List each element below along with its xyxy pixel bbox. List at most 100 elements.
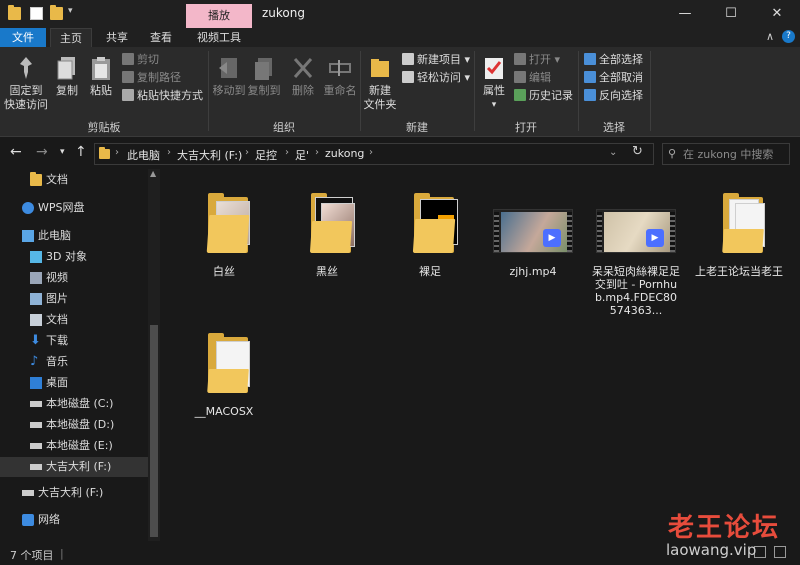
breadcrumb-drive-f[interactable]: 大吉大利 (F:) (177, 147, 242, 163)
folder-icon (174, 321, 274, 399)
chevron-right-icon[interactable]: › (167, 147, 171, 158)
nav-item-documents[interactable]: 文档 (0, 310, 148, 330)
paste-shortcut-button[interactable]: 粘贴快捷方式 (122, 88, 203, 104)
refresh-icon[interactable]: ↻ (632, 144, 643, 159)
minimize-button[interactable]: — (662, 0, 708, 28)
title-bar: ▾ 播放 zukong — ☐ ✕ (0, 0, 800, 28)
chevron-right-icon[interactable]: › (369, 147, 373, 158)
back-arrow-icon[interactable]: ← (10, 144, 22, 160)
tab-view[interactable]: 查看 (140, 28, 182, 47)
scroll-up-icon[interactable]: ▲ (150, 169, 156, 178)
help-icon[interactable]: ? (782, 30, 795, 43)
nav-item-drive-c[interactable]: 本地磁盘 (C:) (0, 394, 148, 414)
nav-item-pictures[interactable]: 图片 (0, 289, 148, 309)
copy-button[interactable]: 复制 (52, 51, 82, 98)
breadcrumb-this-pc[interactable]: 此电脑 (127, 147, 160, 163)
file-item-video[interactable]: ▶ zjhj.mp4 (483, 181, 583, 278)
nav-item-drive-f-removable[interactable]: 大吉大利 (F:) (0, 483, 148, 503)
edit-icon (514, 71, 526, 83)
search-input[interactable] (683, 146, 787, 162)
paste-button[interactable]: 粘贴 (86, 51, 116, 98)
file-item-folder[interactable]: 上老王论坛当老王 (689, 181, 789, 278)
copy-path-icon (122, 71, 134, 83)
file-name: __MACOSX (194, 405, 254, 418)
file-name: zjhj.mp4 (509, 265, 557, 278)
nav-item-drive-f-selected[interactable]: 大吉大利 (F:) (0, 457, 148, 477)
forward-arrow-icon[interactable]: → (36, 144, 48, 160)
nav-item-drive-e[interactable]: 本地磁盘 (E:) (0, 436, 148, 456)
customize-toolbar-icon[interactable]: ▾ (68, 6, 73, 16)
up-arrow-icon[interactable]: ↑ (75, 144, 87, 160)
chevron-right-icon[interactable]: › (245, 147, 249, 158)
picture-folder-icon (30, 293, 42, 305)
invert-selection-button[interactable]: 反向选择 (584, 88, 643, 104)
tab-file[interactable]: 文件 (0, 28, 46, 47)
music-note-icon: ♪ (30, 354, 39, 369)
chevron-right-icon[interactable]: › (285, 147, 289, 158)
tab-video-tools[interactable]: 视频工具 (188, 28, 250, 47)
copy-path-button[interactable]: 复制路径 (122, 70, 181, 86)
delete-label: 删除 (292, 84, 314, 97)
contextual-tab-play[interactable]: 播放 (186, 4, 252, 28)
file-name: 上老王论坛当老王 (695, 265, 783, 278)
nav-item-this-pc[interactable]: 此电脑 (0, 226, 148, 246)
nav-item-label: 网络 (38, 513, 60, 526)
file-item-video[interactable]: ▶ 呆呆短肉絲裸足足交到吐 - Pornhub.mp4.FDEC80574363… (586, 181, 686, 317)
new-folder-icon[interactable] (50, 5, 63, 20)
file-item-folder[interactable]: 黑丝 (277, 181, 377, 278)
nav-item-network[interactable]: 网络 (0, 510, 148, 530)
nav-item-3d-objects[interactable]: 3D 对象 (0, 247, 148, 267)
breadcrumb-zu[interactable]: 足' (295, 147, 309, 163)
edit-button[interactable]: 编辑 (514, 70, 551, 86)
open-button[interactable]: 打开 ▾ (514, 52, 560, 68)
new-folder-button[interactable]: 新建 文件夹 (362, 51, 398, 112)
move-to-button[interactable]: 移动到 (212, 51, 246, 98)
nav-item-label: 大吉大利 (F:) (38, 486, 104, 499)
move-to-icon (217, 55, 241, 81)
watermark-logo-text: 老王论坛 (668, 513, 781, 543)
properties-button[interactable]: 属性 ▾ (478, 51, 510, 112)
paste-icon (89, 55, 113, 81)
rename-button[interactable]: 重命名 (320, 51, 360, 98)
collapse-ribbon-icon[interactable]: ∧ (766, 30, 774, 43)
nav-item-wps-cloud[interactable]: WPS网盘 (0, 198, 148, 218)
tab-share[interactable]: 共享 (96, 28, 138, 47)
search-box[interactable]: ⚲ (662, 143, 790, 165)
easy-access-button[interactable]: 轻松访问 ▾ (402, 70, 470, 86)
address-bar[interactable]: › 此电脑 › 大吉大利 (F:) › 足控 › 足' › zukong › ⌄ (94, 143, 654, 165)
file-name: 裸足 (419, 265, 441, 278)
nav-item-desktop[interactable]: 桌面 (0, 373, 148, 393)
nav-item-drive-d[interactable]: 本地磁盘 (D:) (0, 415, 148, 435)
nav-item-music[interactable]: ♪ 音乐 (0, 352, 148, 372)
copy-to-button[interactable]: 复制到 (246, 51, 282, 98)
tab-home[interactable]: 主页 (50, 28, 92, 47)
nav-item-documents-pinned[interactable]: 文档 (0, 170, 148, 190)
file-item-folder[interactable]: 白丝 (174, 181, 274, 278)
breadcrumb-zukong-parent[interactable]: 足控 (255, 147, 277, 163)
computer-icon (22, 230, 34, 242)
address-dropdown-icon[interactable]: ⌄ (609, 147, 617, 158)
breadcrumb-zukong[interactable]: zukong (325, 147, 364, 160)
select-all-button[interactable]: 全部选择 (584, 52, 643, 68)
history-button[interactable]: 历史记录 (514, 88, 573, 104)
nav-item-downloads[interactable]: ⬇ 下载 (0, 331, 148, 351)
cut-button[interactable]: 剪切 (122, 52, 159, 68)
maximize-button[interactable]: ☐ (708, 0, 754, 28)
new-item-button[interactable]: 新建项目 ▾ (402, 52, 470, 68)
ribbon: 固定到 快速访问 复制 粘贴 剪切 复制路径 粘贴快捷方式 剪贴板 移动到 复制… (0, 47, 800, 137)
cloud-icon (22, 202, 34, 214)
pin-quick-access-button[interactable]: 固定到 快速访问 (4, 51, 48, 112)
file-item-folder[interactable]: 裸足 (380, 181, 480, 278)
nav-item-videos[interactable]: 视频 (0, 268, 148, 288)
chevron-right-icon[interactable]: › (315, 147, 319, 158)
file-item-folder[interactable]: __MACOSX (174, 321, 274, 418)
close-button[interactable]: ✕ (754, 0, 800, 28)
delete-button[interactable]: 删除 (288, 51, 318, 98)
select-none-button[interactable]: 全部取消 (584, 70, 643, 86)
recent-locations-icon[interactable]: ▾ (60, 147, 65, 157)
large-icons-view-icon[interactable] (774, 546, 786, 558)
chevron-right-icon[interactable]: › (115, 147, 119, 158)
nav-scrollbar-thumb[interactable] (150, 325, 158, 537)
nav-item-label: 音乐 (46, 355, 68, 368)
properties-icon[interactable] (30, 7, 43, 20)
